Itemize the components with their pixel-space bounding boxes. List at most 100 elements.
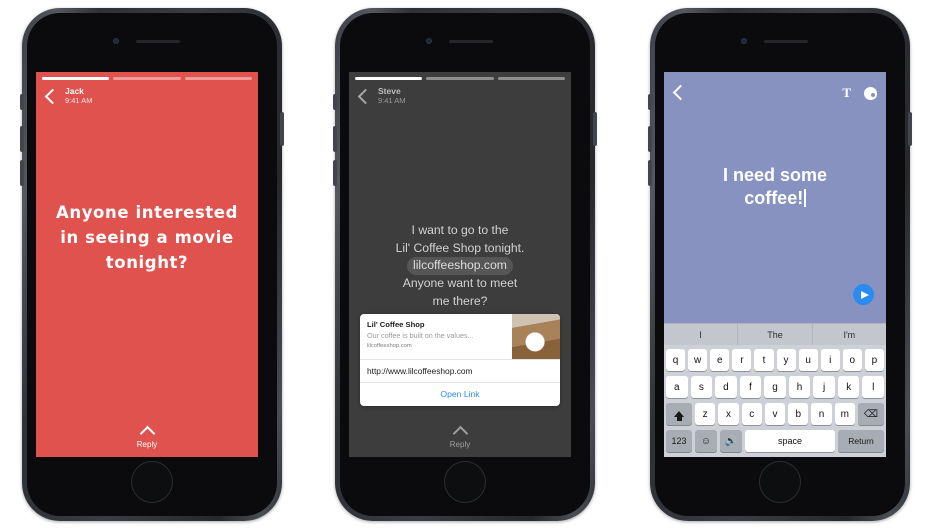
volume-down-button[interactable] [648,160,652,186]
key-v[interactable]: v [764,403,786,425]
phone-mockup-stage: Jack 9:41 AM Anyone interested in seeing… [0,0,930,529]
key-b[interactable]: b [788,403,809,425]
power-button[interactable] [280,112,284,146]
key-u[interactable]: u [798,349,818,371]
microphone-icon[interactable]: 🔊 [720,430,742,452]
predictive-text-bar: I The I'm [664,323,886,345]
chevron-up-icon[interactable] [139,425,155,442]
card-metadata: Lil' Coffee Shop Our coffee is built on … [360,314,512,359]
volume-down-button[interactable] [333,160,337,186]
mute-switch[interactable] [333,94,337,110]
key-h[interactable]: h [788,376,811,398]
key-y[interactable]: y [776,349,796,371]
key-x[interactable]: x [718,403,739,425]
on-screen-keyboard: I The I'm q w e r t y u i o p a s d f g … [664,323,886,457]
prediction-1[interactable]: The [737,324,811,345]
key-q[interactable]: q [666,349,686,371]
key-l[interactable]: l [862,376,885,398]
volume-up-button[interactable] [648,126,652,152]
key-f[interactable]: f [739,376,762,398]
message-line-4: me there? [432,293,488,308]
chevron-left-icon[interactable] [357,88,374,104]
progress-segment [497,77,565,80]
text-tool-icon[interactable]: T [842,85,851,101]
keyboard-row-3: z x c v b n m ⌫ [666,403,884,425]
message-url-link[interactable]: lilcoffeeshop.com [407,257,513,276]
power-button[interactable] [908,112,912,146]
chat-header[interactable]: Steve 9:41 AM [357,86,406,105]
progress-segment [355,77,423,80]
volume-up-button[interactable] [20,126,24,152]
text-cursor [804,189,806,208]
key-z[interactable]: z [695,403,716,425]
chat-header[interactable]: Jack 9:41 AM [44,86,93,105]
key-i[interactable]: i [820,349,840,371]
phone-device-1: Jack 9:41 AM Anyone interested in seeing… [20,8,284,521]
key-m[interactable]: m [834,403,855,425]
shift-icon[interactable] [666,403,693,425]
message-timestamp: 9:41 AM [378,95,406,105]
emoji-icon[interactable]: ☺ [695,430,717,452]
return-key[interactable]: Return [838,430,884,452]
key-a[interactable]: a [665,376,688,398]
key-d[interactable]: d [715,376,737,398]
prediction-0[interactable]: I [664,324,737,345]
key-p[interactable]: p [864,349,884,371]
story-progress-bar [42,77,252,80]
header-text: Steve 9:41 AM [378,86,406,105]
open-link-button[interactable]: Open Link [360,382,560,406]
key-k[interactable]: k [837,376,860,398]
chevron-up-icon[interactable] [452,425,468,442]
prediction-2[interactable]: I'm [811,324,886,345]
link-preview-card[interactable]: Lil' Coffee Shop Our coffee is built on … [360,314,560,406]
card-title: Lil' Coffee Shop [367,320,425,329]
send-button[interactable] [853,284,874,305]
space-key[interactable]: space [745,430,835,452]
phone-device-2: Steve 9:41 AM I want to go to the Lil' C… [333,8,597,521]
front-camera-icon [426,38,432,44]
earpiece-speaker [449,40,493,43]
mute-switch[interactable] [648,94,652,110]
chat-message-text: I want to go to the Lil' Coffee Shop ton… [359,222,561,310]
card-domain: lilcoffeeshop.com [367,343,412,349]
chevron-left-icon[interactable] [672,84,689,101]
key-t[interactable]: t [754,349,774,371]
mute-switch[interactable] [20,94,24,110]
home-button[interactable] [759,461,801,503]
key-o[interactable]: o [842,349,862,371]
reply-control[interactable]: Reply [349,425,571,449]
key-s[interactable]: s [690,376,713,398]
keyboard-row-1: q w e r t y u i o p [666,349,884,371]
coffee-cup-photo-icon [512,314,560,359]
compose-tools: T [842,85,877,101]
progress-segment [113,77,181,80]
key-r[interactable]: r [732,349,752,371]
keyboard-row-4: 123 ☺ 🔊 space Return [666,430,884,452]
chat-message-text: Anyone interested in seeing a movie toni… [55,203,238,273]
compose-line-1: I need some [722,165,828,185]
progress-segment [42,77,110,80]
chevron-left-icon[interactable] [44,88,61,104]
key-n[interactable]: n [811,403,832,425]
screen-chat-red: Jack 9:41 AM Anyone interested in seeing… [36,72,258,457]
compose-text-input[interactable]: I need some coffee! [678,164,872,211]
numeric-key[interactable]: 123 [666,430,692,452]
key-e[interactable]: e [710,349,730,371]
home-button[interactable] [131,461,173,503]
power-button[interactable] [593,112,597,146]
backspace-icon[interactable]: ⌫ [857,403,884,425]
earpiece-speaker [764,40,808,43]
screen-chat-gray: Steve 9:41 AM I want to go to the Lil' C… [349,72,571,457]
story-progress-bar [355,77,565,80]
card-description: Our coffee is built on the values... [367,331,474,340]
compose-header[interactable] [672,84,689,101]
key-j[interactable]: j [813,376,835,398]
volume-up-button[interactable] [333,126,337,152]
key-c[interactable]: c [741,403,762,425]
volume-down-button[interactable] [20,160,24,186]
home-button[interactable] [444,461,486,503]
key-w[interactable]: w [688,349,708,371]
reply-control[interactable]: Reply [36,425,258,449]
palette-icon[interactable] [864,86,877,100]
key-g[interactable]: g [764,376,786,398]
